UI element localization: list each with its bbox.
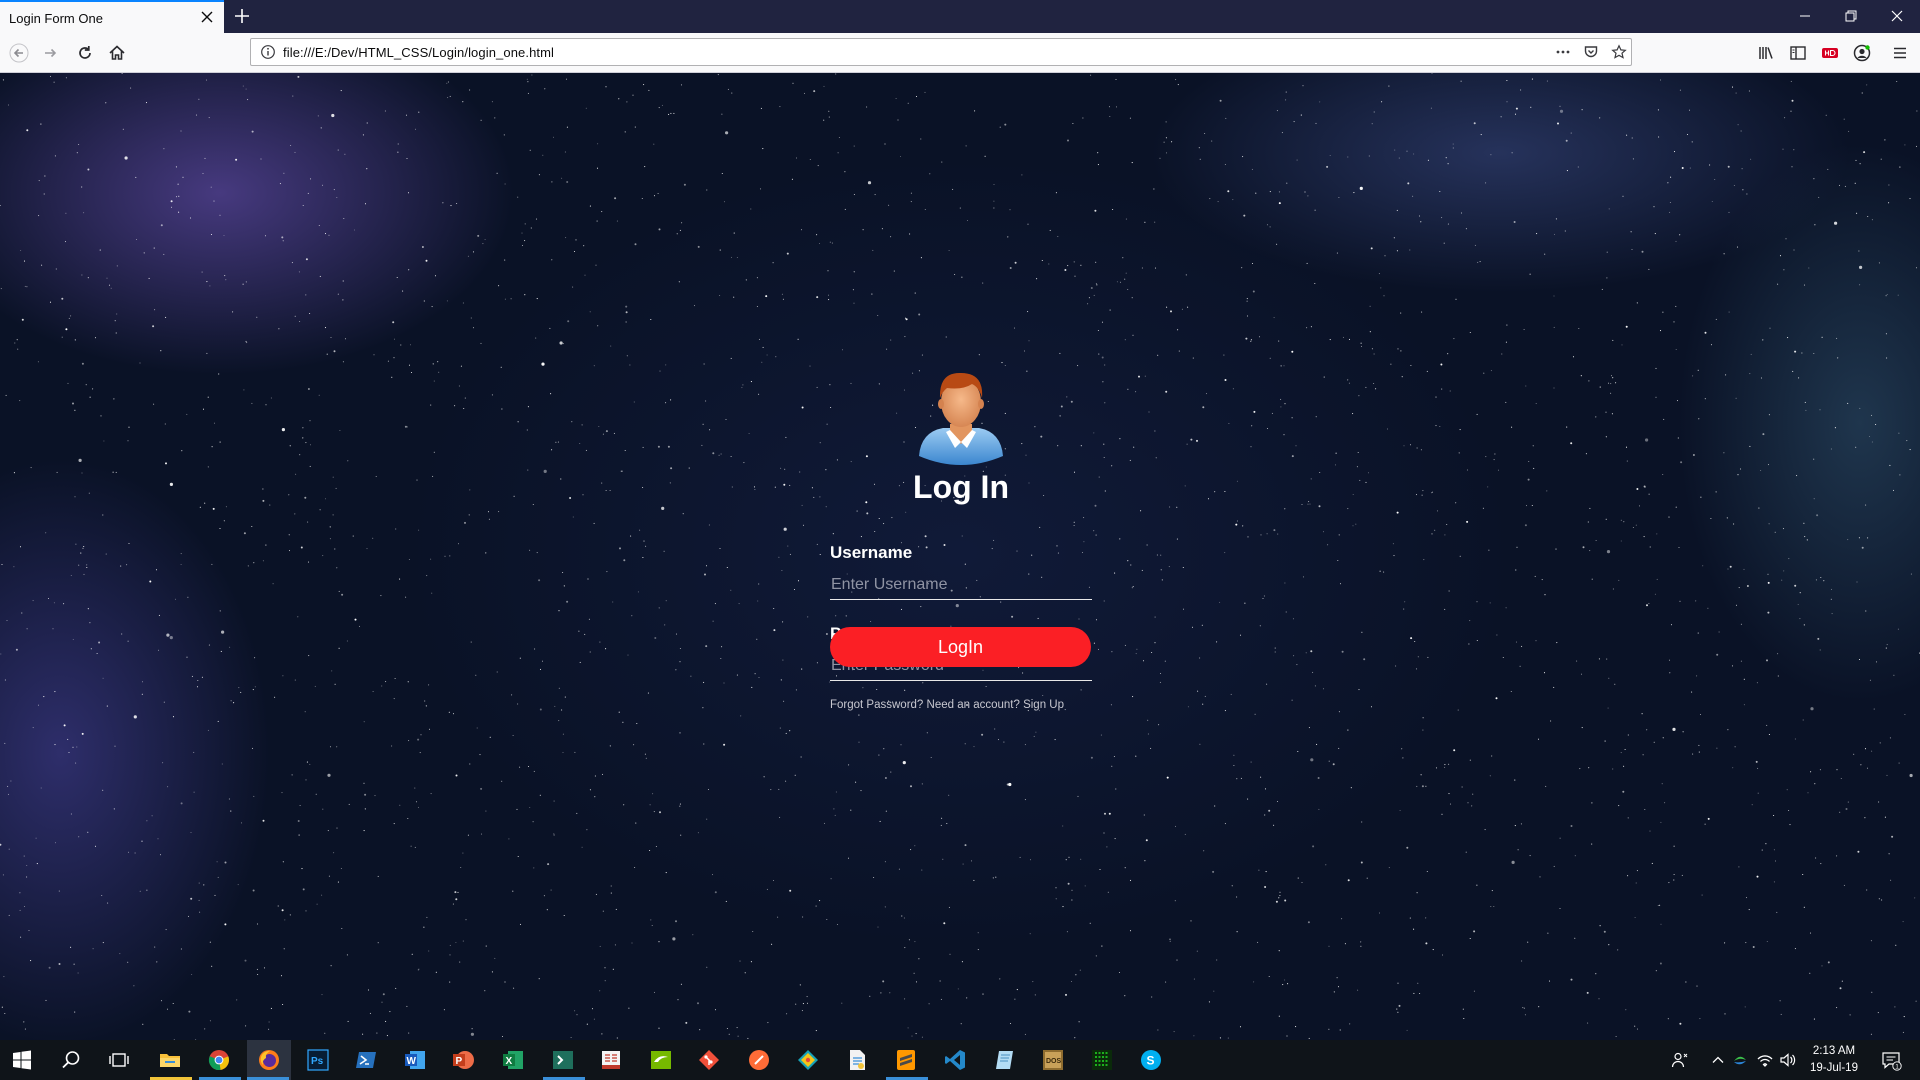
browser-tab[interactable]: Login Form One [0,0,224,33]
svg-text:DOS: DOS [1046,1058,1062,1065]
signup-link[interactable]: Need an account? Sign Up [927,699,1064,711]
notification-icon[interactable]: 1 [1880,1049,1902,1071]
notepad-icon[interactable] [993,1048,1017,1072]
pocket-icon[interactable] [1583,44,1599,60]
git-icon[interactable] [697,1048,721,1072]
chrome-icon[interactable] [207,1048,231,1072]
chevron-up-icon[interactable] [1710,1052,1726,1068]
clock-time[interactable]: 2:13 AM [1804,1045,1864,1057]
people-icon[interactable] [1670,1050,1690,1070]
tab-bar: Login Form One [0,0,1920,33]
login-button[interactable]: LogIn [830,627,1091,667]
skype-icon[interactable]: S [1139,1048,1163,1072]
user-avatar-icon [919,372,1003,465]
app-tray-icon[interactable] [1731,1051,1749,1069]
url-text[interactable]: file:///E:/Dev/HTML_CSS/Login/login_one.… [283,45,554,60]
tab-title: Login Form One [9,11,103,26]
restore-icon[interactable] [1843,8,1859,24]
library-icon[interactable] [1756,43,1776,63]
login-form: Log In Username Password LogIn Forgot Pa… [830,298,1092,798]
powershell-icon[interactable] [354,1048,378,1072]
close-tab-icon[interactable] [199,9,215,25]
volume-icon[interactable] [1779,1051,1797,1069]
svg-text:X: X [506,1056,513,1067]
account-icon[interactable] [1852,43,1872,63]
page-viewport: Log In Username Password LogIn Forgot Pa… [0,73,1920,1040]
firefox-icon[interactable] [257,1048,281,1072]
sublime-icon[interactable] [894,1048,918,1072]
bookmark-star-icon[interactable] [1611,44,1627,60]
photoshop-icon[interactable]: Ps [306,1048,330,1072]
forgot-password-link[interactable]: Forgot Password? [830,699,923,711]
windows-taskbar: Ps W P X DOS S 2:13 AM 19-Jul-19 1 [0,1040,1920,1080]
terminal-icon[interactable] [551,1048,575,1072]
forward-arrow-icon[interactable] [41,43,61,63]
notification-count: 1 [1895,1063,1899,1070]
page-actions-icon[interactable] [1555,44,1571,60]
menu-icon[interactable] [1890,43,1910,63]
powerpoint-icon[interactable]: P [451,1048,475,1072]
matrix-icon[interactable] [1090,1048,1114,1072]
close-window-icon[interactable] [1889,8,1905,24]
username-input[interactable] [830,570,1092,600]
svg-text:S: S [1147,1054,1155,1068]
home-icon[interactable] [107,43,127,63]
login-heading: Log In [913,469,1009,505]
document-icon[interactable] [845,1048,869,1072]
svg-text:Ps: Ps [311,1056,324,1067]
wifi-icon[interactable] [1756,1051,1774,1069]
sidebar-icon[interactable] [1788,43,1808,63]
postman-icon[interactable] [747,1048,771,1072]
gitkraken-icon[interactable] [796,1048,820,1072]
excel-icon[interactable]: X [501,1048,525,1072]
reload-icon[interactable] [75,43,95,63]
new-tab-icon[interactable] [233,7,251,25]
reader-icon[interactable] [599,1048,623,1072]
hd-extension-icon[interactable] [1820,43,1840,63]
account-links: Forgot Password? Need an account? Sign U… [830,699,1064,711]
word-icon[interactable]: W [403,1048,427,1072]
username-label: Username [830,543,913,562]
search-icon[interactable] [59,1048,83,1072]
address-bar[interactable]: file:///E:/Dev/HTML_CSS/Login/login_one.… [250,38,1632,66]
back-arrow-icon[interactable] [9,43,29,63]
vscode-icon[interactable] [943,1048,967,1072]
nvidia-icon[interactable] [649,1048,673,1072]
navigation-toolbar: file:///E:/Dev/HTML_CSS/Login/login_one.… [0,33,1920,73]
svg-text:W: W [407,1056,417,1067]
file-explorer-icon[interactable] [158,1048,182,1072]
minimize-icon[interactable] [1797,8,1813,24]
task-view-icon[interactable] [107,1048,131,1072]
clock-date[interactable]: 19-Jul-19 [1804,1062,1864,1074]
info-icon[interactable] [260,44,276,60]
svg-text:P: P [456,1056,463,1067]
archive-icon[interactable]: DOS [1041,1048,1065,1072]
start-icon[interactable] [10,1048,34,1072]
